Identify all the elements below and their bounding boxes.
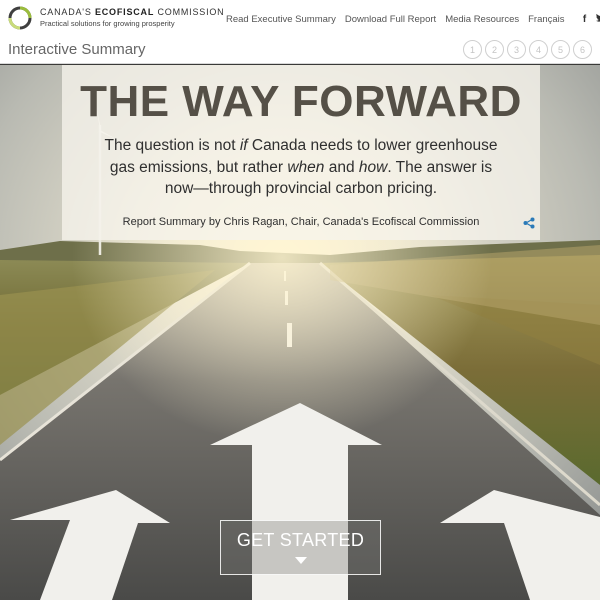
nav-download-full-report[interactable]: Download Full Report (345, 14, 436, 25)
pager-dot-4[interactable]: 4 (529, 40, 548, 59)
pager-dot-1[interactable]: 1 (463, 40, 482, 59)
brand-tagline: Practical solutions for growing prosperi… (40, 19, 175, 28)
share-icon[interactable] (523, 217, 535, 229)
top-bar: CANADA'S ECOFISCAL COMMISSION Practical … (0, 0, 600, 36)
get-started-button[interactable]: GET STARTED (220, 520, 381, 575)
section-pager: 1 2 3 4 5 6 (460, 40, 592, 59)
hero-title-panel: THE WAY FORWARD The question is not if C… (62, 65, 540, 240)
pager-dot-5[interactable]: 5 (551, 40, 570, 59)
twitter-icon[interactable] (595, 13, 600, 25)
nav-media-resources[interactable]: Media Resources (445, 14, 519, 25)
sub-bar: Interactive Summary 1 2 3 4 5 6 (0, 36, 600, 64)
hero-section: THE WAY FORWARD The question is not if C… (0, 65, 600, 600)
brand-name: CANADA'S ECOFISCAL COMMISSION (40, 7, 225, 17)
ecofiscal-logo-icon[interactable] (8, 6, 32, 30)
hero-lead-text: The question is not if Canada needs to l… (104, 137, 498, 198)
get-started-label: GET STARTED (236, 530, 365, 550)
brand-block[interactable]: CANADA'S ECOFISCAL COMMISSION Practical … (40, 8, 224, 28)
facebook-icon[interactable]: f (580, 14, 590, 25)
pager-dot-2[interactable]: 2 (485, 40, 504, 59)
chevron-down-icon (294, 557, 307, 564)
pager-dot-6[interactable]: 6 (573, 40, 592, 59)
top-nav: Read Executive Summary Download Full Rep… (226, 13, 600, 25)
pager-dot-3[interactable]: 3 (507, 40, 526, 59)
nav-read-executive-summary[interactable]: Read Executive Summary (226, 14, 336, 25)
social-links: f in (574, 13, 600, 25)
hero-byline: Report Summary by Chris Ragan, Chair, Ca… (122, 216, 480, 228)
nav-language-francais[interactable]: Français (528, 14, 564, 25)
hero-title: THE WAY FORWARD (80, 77, 522, 126)
page-title: Interactive Summary (8, 41, 146, 58)
